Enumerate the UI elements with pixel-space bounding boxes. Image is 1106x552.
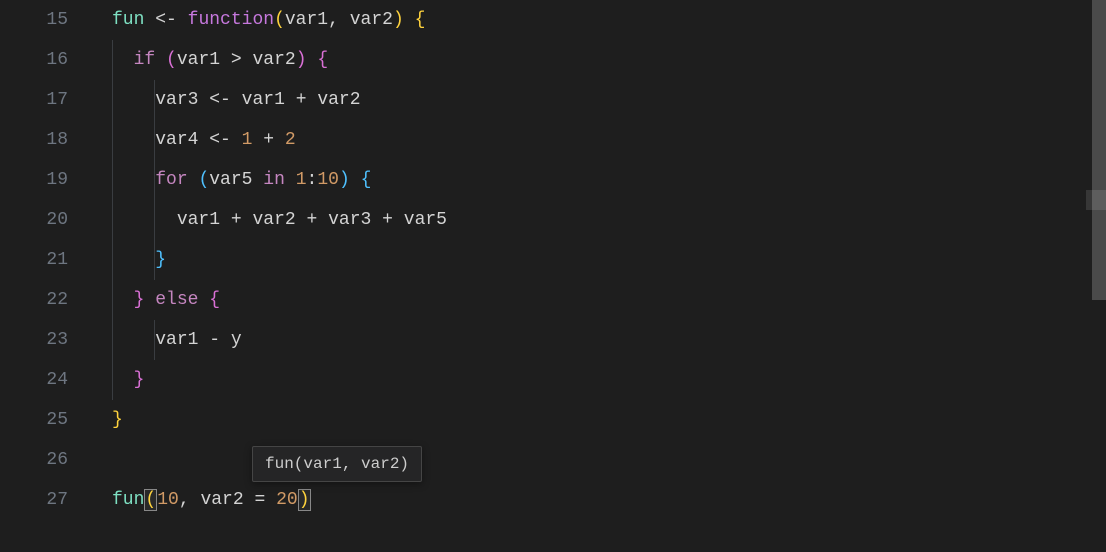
comma: , <box>328 10 339 30</box>
number-literal: 1 <box>242 130 253 150</box>
parameter: var2 <box>350 10 393 30</box>
code-line[interactable]: var1 - y <box>112 320 1106 360</box>
identifier: fun <box>112 10 144 30</box>
identifier: var1 <box>177 50 220 70</box>
operator-plus: + <box>307 210 318 230</box>
number-literal: 10 <box>317 170 339 190</box>
brace-open: { <box>415 10 426 30</box>
identifier: var1 <box>155 330 198 350</box>
operator-plus: + <box>296 90 307 110</box>
operator-plus: + <box>263 130 274 150</box>
line-number: 25 <box>0 400 68 440</box>
keyword-function: function <box>188 10 274 30</box>
paren-open: ( <box>198 170 209 190</box>
identifier: y <box>231 330 242 350</box>
brace-close: } <box>155 250 166 270</box>
operator-eq: = <box>254 490 265 510</box>
operator-assign: <- <box>209 130 231 150</box>
identifier: var3 <box>328 210 371 230</box>
identifier: var1 <box>177 210 220 230</box>
keyword-if: if <box>134 50 156 70</box>
code-line[interactable]: fun <- function(var1, var2) { <box>112 0 1106 40</box>
line-number: 18 <box>0 120 68 160</box>
code-editor[interactable]: 15 16 17 18 19 20 21 22 23 24 25 26 27 f… <box>0 0 1106 552</box>
line-number: 21 <box>0 240 68 280</box>
vertical-scrollbar[interactable] <box>1092 0 1106 552</box>
code-line[interactable]: var3 <- var1 + var2 <box>112 80 1106 120</box>
scrollbar-thumb[interactable] <box>1092 0 1106 300</box>
operator-assign: <- <box>209 90 231 110</box>
paren-close: ) <box>298 489 311 511</box>
line-number: 17 <box>0 80 68 120</box>
number-literal: 1 <box>296 170 307 190</box>
line-number: 23 <box>0 320 68 360</box>
viewport-indicator[interactable] <box>1086 190 1106 210</box>
named-argument: var2 <box>200 490 243 510</box>
parameter: var1 <box>285 10 328 30</box>
number-literal: 20 <box>276 490 298 510</box>
code-line[interactable]: } <box>112 360 1106 400</box>
operator-plus: + <box>231 210 242 230</box>
code-line[interactable]: } else { <box>112 280 1106 320</box>
brace-close: } <box>112 410 123 430</box>
identifier: var4 <box>155 130 198 150</box>
code-line[interactable]: for (var5 in 1:10) { <box>112 160 1106 200</box>
code-line[interactable]: var4 <- 1 + 2 <box>112 120 1106 160</box>
paren-open: ( <box>274 10 285 30</box>
brace-close: } <box>134 290 145 310</box>
brace-open: { <box>209 290 220 310</box>
identifier: var3 <box>155 90 198 110</box>
brace-open: { <box>317 50 328 70</box>
paren-open: ( <box>166 50 177 70</box>
function-call: fun <box>112 490 144 510</box>
line-number: 16 <box>0 40 68 80</box>
number-literal: 10 <box>157 490 179 510</box>
code-line[interactable]: fun(10, var2 = 20) <box>112 480 1106 520</box>
code-area[interactable]: fun <- function(var1, var2) { if (var1 >… <box>92 0 1106 552</box>
line-number-gutter: 15 16 17 18 19 20 21 22 23 24 25 26 27 <box>0 0 92 552</box>
number-literal: 2 <box>285 130 296 150</box>
code-line[interactable]: if (var1 > var2) { <box>112 40 1106 80</box>
operator-assign: <- <box>155 10 177 30</box>
line-number: 27 <box>0 480 68 520</box>
keyword-else: else <box>155 290 198 310</box>
comma: , <box>179 490 190 510</box>
line-number: 26 <box>0 440 68 480</box>
line-number: 19 <box>0 160 68 200</box>
identifier: var2 <box>253 50 296 70</box>
identifier: var1 <box>242 90 285 110</box>
line-number: 20 <box>0 200 68 240</box>
signature-help-popup: fun(var1, var2) <box>252 446 422 482</box>
operator-minus: - <box>209 330 220 350</box>
code-line[interactable]: } <box>112 400 1106 440</box>
identifier: var2 <box>317 90 360 110</box>
line-number: 24 <box>0 360 68 400</box>
signature-help-text: fun(var1, var2) <box>265 455 409 473</box>
paren-open: ( <box>144 489 157 511</box>
line-number: 15 <box>0 0 68 40</box>
identifier: var5 <box>404 210 447 230</box>
paren-close: ) <box>393 10 404 30</box>
operator-colon: : <box>307 170 318 190</box>
keyword-for: for <box>155 170 187 190</box>
brace-open: { <box>361 170 372 190</box>
identifier: var2 <box>252 210 295 230</box>
code-line[interactable]: } <box>112 240 1106 280</box>
operator-gt: > <box>231 50 242 70</box>
identifier: var5 <box>209 170 252 190</box>
paren-close: ) <box>339 170 350 190</box>
paren-close: ) <box>296 50 307 70</box>
line-number: 22 <box>0 280 68 320</box>
code-line[interactable]: var1 + var2 + var3 + var5 <box>112 200 1106 240</box>
keyword-in: in <box>263 170 285 190</box>
operator-plus: + <box>382 210 393 230</box>
brace-close: } <box>134 370 145 390</box>
